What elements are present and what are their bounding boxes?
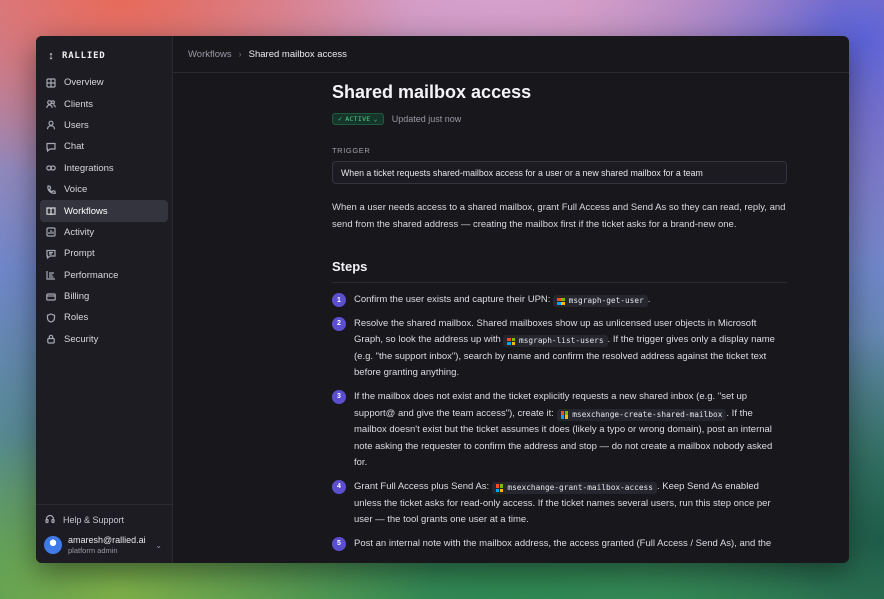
step-number: 4 xyxy=(332,479,346,494)
chevron-down-icon: ⌄ xyxy=(373,115,378,123)
sidebar-item-label: Users xyxy=(64,119,89,131)
trigger-field[interactable]: When a ticket requests shared-mailbox ac… xyxy=(332,161,787,184)
user-menu[interactable]: amaresh@rallied.ai platform admin ⌄ xyxy=(40,529,168,559)
sidebar-item-label: Clients xyxy=(64,98,94,110)
sidebar-item-roles[interactable]: Roles xyxy=(40,307,168,328)
page-title: Shared mailbox access xyxy=(332,82,532,102)
sidebar-item-billing[interactable]: Billing xyxy=(40,286,168,307)
sidebar-item-users[interactable]: Users xyxy=(40,115,168,136)
shield-icon xyxy=(45,312,56,323)
sidebar-item-overview[interactable]: Overview xyxy=(40,72,168,93)
sidebar-item-integrations[interactable]: Integrations xyxy=(40,158,168,179)
sidebar-item-chat[interactable]: Chat xyxy=(40,136,168,157)
tool-name: msgraph-list-users xyxy=(519,336,604,346)
brand-name: RALLIED xyxy=(62,50,106,61)
sidebar-item-label: Overview xyxy=(64,77,104,89)
step-number: 1 xyxy=(332,293,346,307)
phone-icon xyxy=(45,184,56,195)
tool-name: msgraph-get-user xyxy=(568,296,644,306)
sidebar-item-label: Voice xyxy=(64,184,88,196)
message-icon xyxy=(45,248,56,259)
help-label: Help & Support xyxy=(63,515,125,525)
activity-icon xyxy=(45,227,56,238)
sidebar-item-label: Activity xyxy=(64,226,95,238)
sidebar-item-voice[interactable]: Voice xyxy=(40,179,168,200)
main-panel: Workflows › Shared mailbox access Shared… xyxy=(173,36,849,563)
sidebar-item-prompt[interactable]: Prompt xyxy=(40,243,168,264)
microsoft-icon xyxy=(507,337,516,346)
bars-icon xyxy=(45,270,56,281)
help-support-link[interactable]: Help & Support xyxy=(40,511,168,529)
user-role: platform admin xyxy=(68,546,118,555)
breadcrumb-current: Shared mailbox access xyxy=(248,48,347,60)
people-icon xyxy=(45,99,56,110)
avatar xyxy=(44,536,62,554)
sidebar-item-label: Chat xyxy=(64,141,85,153)
chevron-right-icon: › xyxy=(238,49,242,59)
sidebar-item-label: Integrations xyxy=(64,162,114,174)
microsoft-icon xyxy=(560,411,569,419)
brand[interactable]: ↕ RALLIED xyxy=(36,36,172,66)
sidebar-item-label: Security xyxy=(64,333,99,345)
user-email: amaresh@rallied.ai xyxy=(68,535,146,545)
chat-icon xyxy=(45,141,56,152)
breadcrumb: Workflows › Shared mailbox access xyxy=(173,36,849,73)
workflow-description: When a user needs access to a shared mai… xyxy=(332,202,786,230)
microsoft-icon xyxy=(557,297,565,306)
trigger-text: When a ticket requests shared-mailbox ac… xyxy=(341,167,703,178)
sidebar-item-activity[interactable]: Activity xyxy=(40,222,168,243)
updated-timestamp: Updated just now xyxy=(391,114,462,124)
sidebar-item-label: Roles xyxy=(64,312,89,324)
tool-name: msexchange-grant-mailbox-access xyxy=(507,483,653,493)
step-text-after: . xyxy=(647,294,651,305)
step-item: 1 Confirm the user exists and capture th… xyxy=(332,292,787,309)
step-item: 4 Grant Full Access plus Send As: msexch… xyxy=(332,479,787,529)
sidebar-item-label: Workflows xyxy=(64,205,108,217)
tool-chip[interactable]: msgraph-list-users xyxy=(503,335,608,348)
sidebar-item-clients[interactable]: Clients xyxy=(40,93,168,114)
sidebar: ↕ RALLIED Overview Clients Users Chat In… xyxy=(36,36,173,563)
sidebar-item-security[interactable]: Security xyxy=(40,329,168,350)
sidebar-item-label: Billing xyxy=(64,291,90,303)
lock-icon xyxy=(45,334,56,345)
steps-list: 1 Confirm the user exists and capture th… xyxy=(332,292,787,552)
step-item: 3 If the mailbox does not exist and the … xyxy=(332,389,787,472)
step-text: Confirm the user exists and capture thei… xyxy=(354,294,554,305)
tool-chip[interactable]: msexchange-create-shared-mailbox xyxy=(556,408,727,421)
step-number: 2 xyxy=(332,316,346,331)
sidebar-footer: Help & Support amaresh@rallied.ai platfo… xyxy=(36,504,172,563)
step-text: Grant Full Access plus Send As: xyxy=(354,480,492,492)
microsoft-icon xyxy=(495,484,504,493)
book-icon xyxy=(45,206,56,217)
tool-name: msexchange-create-shared-mailbox xyxy=(572,409,723,419)
step-item: 5 Post an internal note with the mailbox… xyxy=(332,536,787,553)
grid-icon xyxy=(45,77,56,88)
user-icon xyxy=(45,120,56,131)
card-icon xyxy=(45,291,56,302)
status-label: ACTIVE xyxy=(345,115,371,123)
step-item: 2 Resolve the shared mailbox. Shared mai… xyxy=(332,316,787,382)
step-text: Post an internal note with the mailbox a… xyxy=(354,537,772,549)
check-icon: ✓ xyxy=(338,115,343,123)
workflow-detail: Shared mailbox access ✓ ACTIVE ⌄ Updated… xyxy=(332,73,787,552)
tool-chip[interactable]: msexchange-grant-mailbox-access xyxy=(491,482,657,495)
chevron-down-icon[interactable]: ⌄ xyxy=(155,541,162,550)
logo-icon: ↕ xyxy=(48,49,54,62)
step-number: 5 xyxy=(332,536,346,551)
breadcrumb-workflows[interactable]: Workflows xyxy=(188,49,232,60)
sidebar-nav: Overview Clients Users Chat Integrations… xyxy=(36,66,172,350)
status-badge[interactable]: ✓ ACTIVE ⌄ xyxy=(332,113,384,125)
link-icon xyxy=(45,163,56,174)
sidebar-item-performance[interactable]: Performance xyxy=(40,265,168,286)
sidebar-item-label: Prompt xyxy=(64,248,95,260)
sidebar-item-workflows[interactable]: Workflows xyxy=(40,200,168,222)
step-number: 3 xyxy=(332,389,346,404)
tool-chip[interactable]: msgraph-get-user xyxy=(553,295,648,308)
sidebar-item-label: Performance xyxy=(64,269,119,281)
app-window: ↕ RALLIED Overview Clients Users Chat In… xyxy=(36,36,849,563)
steps-heading: Steps xyxy=(332,259,787,283)
trigger-label: TRIGGER xyxy=(332,146,371,155)
headset-icon xyxy=(45,514,55,526)
